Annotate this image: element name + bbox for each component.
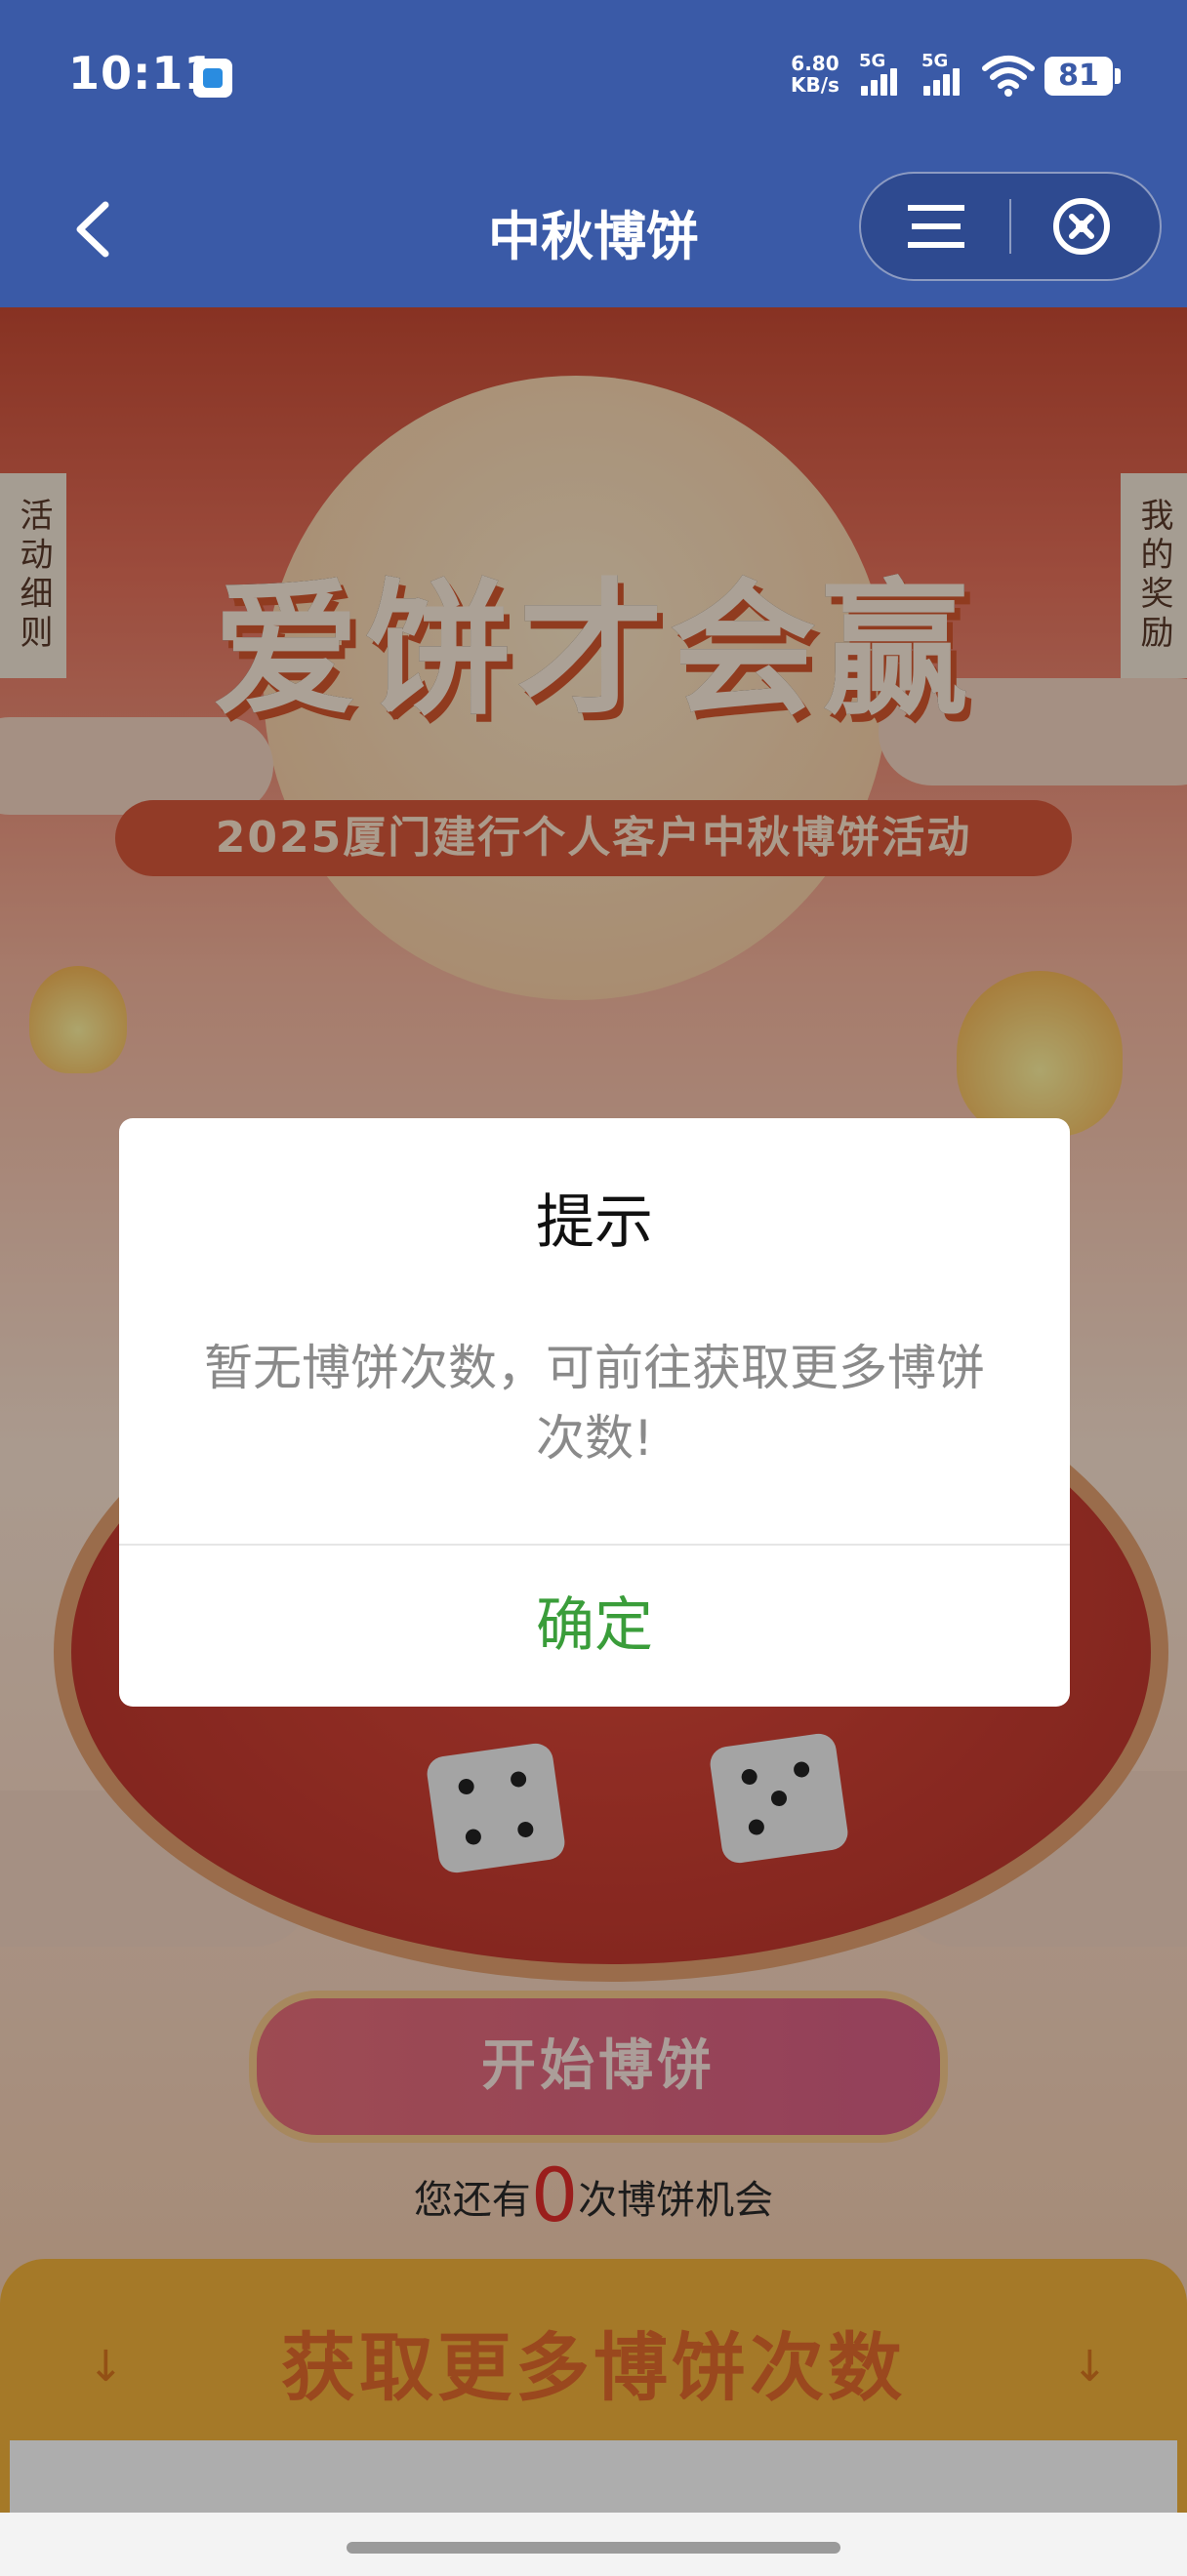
network-speed: 6.80 KB/s [791, 53, 839, 96]
battery-indicator: 81 [1044, 57, 1121, 96]
mini-program-capsule [859, 172, 1162, 281]
signal-2-label: 5G [921, 51, 949, 71]
home-indicator[interactable] [347, 2542, 840, 2554]
close-icon[interactable] [1052, 197, 1111, 256]
dialog-title: 提示 [536, 1188, 653, 1257]
gesture-bar [0, 2513, 1187, 2576]
alert-dialog: 提示 暂无博饼次数，可前往获取更多博饼次数! 确定 [119, 1118, 1070, 1707]
status-bar: 10:11 6.80 KB/s 5G 5G 81 [0, 0, 1187, 156]
network-speed-unit: KB/s [791, 73, 839, 97]
wifi-icon [982, 56, 1035, 97]
capsule-divider [1009, 199, 1011, 254]
app-notification-icon [193, 59, 232, 98]
menu-icon[interactable] [908, 205, 964, 248]
confirm-button[interactable]: 确定 [119, 1546, 1070, 1707]
navigation-bar: 中秋博饼 [0, 156, 1187, 307]
network-speed-value: 6.80 [791, 52, 839, 75]
signal-1-label: 5G [859, 51, 886, 71]
dialog-message: 暂无博饼次数，可前往获取更多博饼次数! [204, 1340, 985, 1467]
